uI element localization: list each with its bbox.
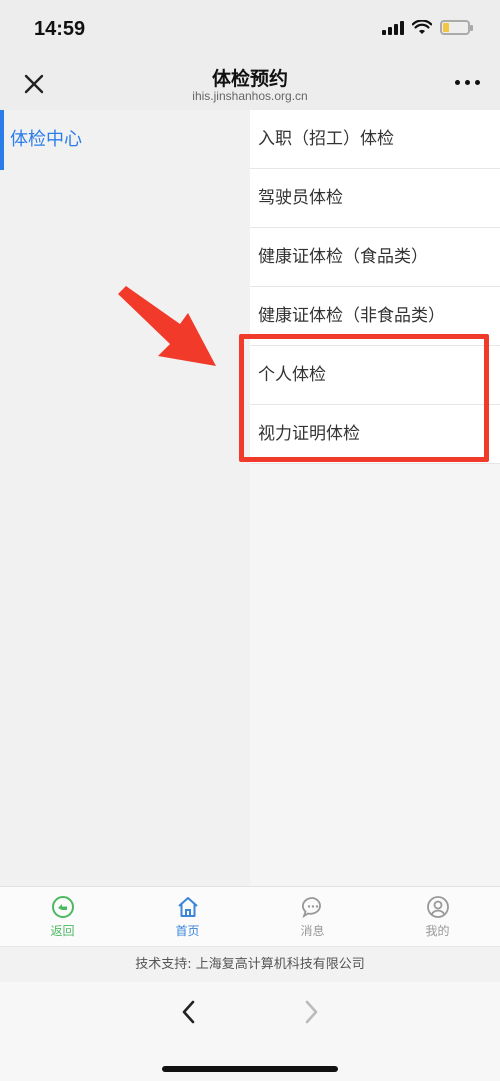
status-icons <box>382 20 473 35</box>
page-url: ihis.jinshanhos.org.cn <box>192 89 308 103</box>
signal-icon <box>382 20 404 35</box>
more-icon[interactable] <box>455 80 480 85</box>
tab-label: 消息 <box>300 923 325 938</box>
tab-profile[interactable]: 我的 <box>375 887 500 946</box>
user-icon <box>426 895 449 918</box>
battery-icon <box>440 20 473 35</box>
tab-messages[interactable]: 消息 <box>250 887 375 946</box>
page-title: 体检预约 <box>211 68 288 90</box>
category-item-exam-center[interactable]: 体检中心 <box>0 110 250 170</box>
wifi-icon <box>412 20 432 34</box>
category-sidebar: 体检中心 <box>0 110 250 886</box>
tab-label: 首页 <box>175 923 200 938</box>
message-icon <box>301 896 321 918</box>
tab-home[interactable]: 首页 <box>125 887 250 946</box>
annotation-arrow-icon <box>118 286 216 366</box>
browser-toolbar <box>0 982 500 1081</box>
annotation-highlight-box <box>239 334 489 462</box>
tab-back[interactable]: 返回 <box>0 887 125 946</box>
main-content: 体检中心 入职（招工）体检 驾驶员体检 健康证体检（食品类） 健康证体检（非食品… <box>0 110 500 886</box>
nav-bar: 体检预约 ihis.jinshanhos.org.cn <box>0 60 500 110</box>
exam-item-driver[interactable]: 驾驶员体检 <box>250 169 500 228</box>
tab-label: 返回 <box>50 923 75 938</box>
back-icon <box>51 895 74 918</box>
chevron-right-icon[interactable] <box>300 998 322 1026</box>
exam-item-health-cert-food[interactable]: 健康证体检（食品类） <box>250 228 500 287</box>
chevron-left-icon[interactable] <box>178 998 200 1026</box>
tab-label: 我的 <box>425 923 450 938</box>
status-time: 14:59 <box>34 18 86 40</box>
home-indicator <box>162 1066 338 1072</box>
home-icon <box>177 896 198 917</box>
exam-item-employment[interactable]: 入职（招工）体检 <box>250 110 500 169</box>
tech-support-footer: 技术支持: 上海复高计算机科技有限公司 <box>0 946 500 982</box>
status-bar: 14:59 <box>0 0 500 60</box>
tab-bar: 返回 首页 消息 我的 <box>0 886 500 946</box>
